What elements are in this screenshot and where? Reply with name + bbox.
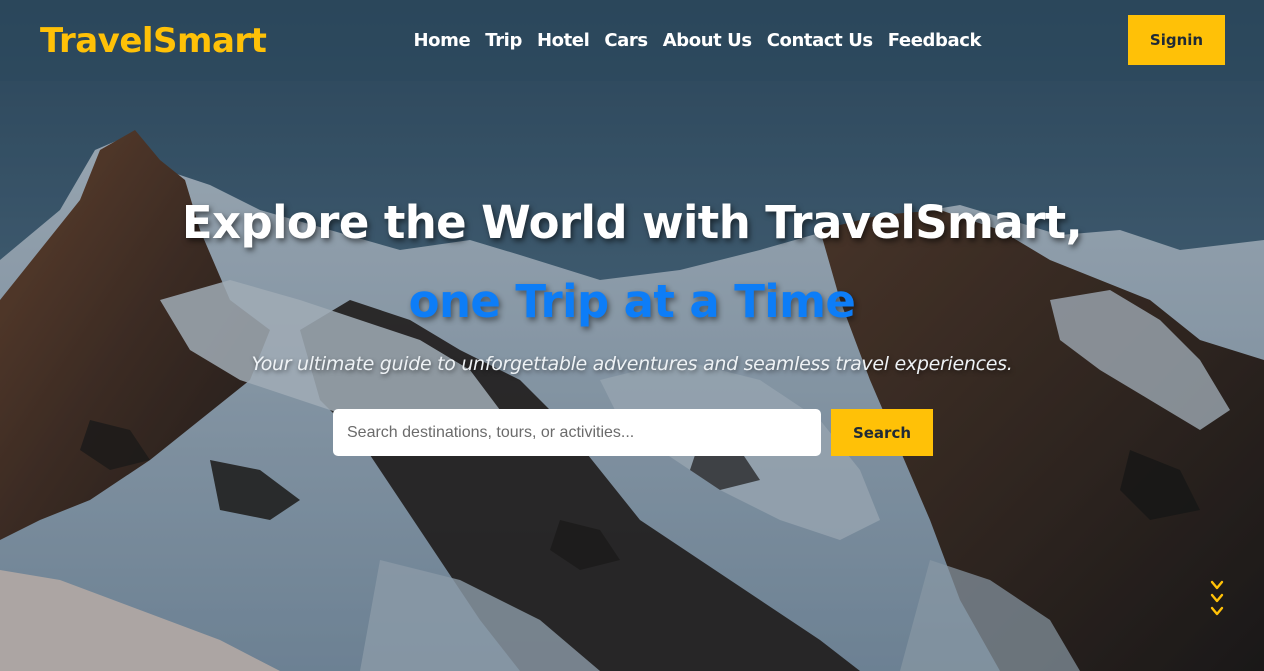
search-button[interactable]: Search — [831, 409, 933, 456]
nav-link-cars[interactable]: Cars — [597, 28, 655, 54]
hero-subtitle: Your ultimate guide to unforgettable adv… — [251, 353, 1013, 375]
search-input[interactable] — [333, 409, 821, 456]
hero-highlight: one Trip at a Time — [408, 275, 856, 328]
brand-logo[interactable]: TravelSmart — [40, 18, 267, 64]
nav-link-contact-us[interactable]: Contact Us — [759, 28, 880, 54]
nav-link-about-us[interactable]: About Us — [655, 28, 759, 54]
nav-link-home[interactable]: Home — [406, 28, 478, 54]
nav-link-trip[interactable]: Trip — [478, 28, 530, 54]
nav-link-feedback[interactable]: Feedback — [880, 28, 988, 54]
signin-button[interactable]: Signin — [1128, 15, 1225, 65]
nav-links: Home Trip Hotel Cars About Us Contact Us… — [406, 28, 989, 54]
nav-link-hotel[interactable]: Hotel — [529, 28, 596, 54]
navbar: TravelSmart Home Trip Hotel Cars About U… — [0, 0, 1264, 81]
hero-title: Explore the World with TravelSmart, — [181, 196, 1083, 249]
chevrons-down-icon[interactable] — [1208, 578, 1226, 622]
hero-background-image — [0, 0, 1264, 671]
